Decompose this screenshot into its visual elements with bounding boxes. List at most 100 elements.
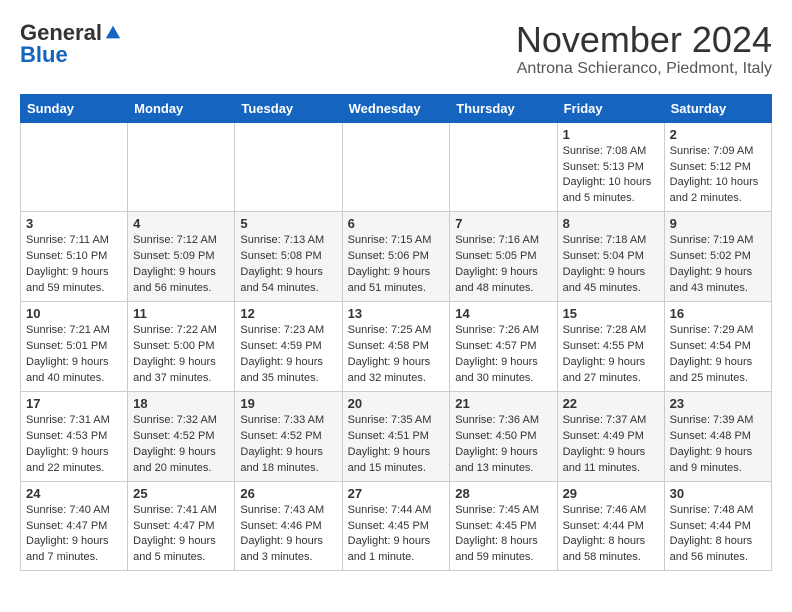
day-info: Sunrise: 7:36 AM Sunset: 4:50 PM Dayligh… [455,413,551,477]
calendar-week-1: 1 Sunrise: 7:08 AM Sunset: 5:13 PM Daylig… [21,122,772,212]
day-info: Sunrise: 7:11 AM Sunset: 5:10 PM Dayligh… [26,233,122,297]
page-wrapper: General Blue November 2024 Antrona Schie… [20,20,772,571]
day-info: Sunrise: 7:45 AM Sunset: 4:45 PM Dayligh… [455,503,551,567]
day-info: Sunrise: 7:41 AM Sunset: 4:47 PM Dayligh… [133,503,229,567]
table-row: 11Sunrise: 7:22 AM Sunset: 5:00 PM Dayli… [128,302,235,392]
header-thursday: Thursday [450,94,557,122]
table-row: 28Sunrise: 7:45 AM Sunset: 4:45 PM Dayli… [450,481,557,571]
calendar-week-5: 24 Sunrise: 7:40 AM Sunset: 4:47 PM Dayli… [21,481,772,571]
table-row: 30 Sunrise: 7:48 AM Sunset: 4:44 PM Dayli… [664,481,771,571]
day-number: 14 [455,306,551,321]
header-tuesday: Tuesday [235,94,342,122]
calendar-week-2: 3 Sunrise: 7:11 AM Sunset: 5:10 PM Daylig… [21,212,772,302]
day-number: 5 [240,216,336,231]
day-info: Sunrise: 7:32 AM Sunset: 4:52 PM Dayligh… [133,413,229,477]
table-row: 9 Sunrise: 7:19 AM Sunset: 5:02 PM Daylig… [664,212,771,302]
table-row: 7Sunrise: 7:16 AM Sunset: 5:05 PM Daylig… [450,212,557,302]
day-number: 22 [563,396,659,411]
table-row: 2 Sunrise: 7:09 AM Sunset: 5:12 PM Daylig… [664,122,771,212]
table-row: 1 Sunrise: 7:08 AM Sunset: 5:13 PM Daylig… [557,122,664,212]
table-row: 5 Sunrise: 7:13 AM Sunset: 5:08 PM Daylig… [235,212,342,302]
day-number: 1 [563,127,659,142]
logo-icon [104,24,122,42]
table-row: 12 Sunrise: 7:23 AM Sunset: 4:59 PM Dayli… [235,302,342,392]
table-row [21,122,128,212]
day-number: 29 [563,486,659,501]
header-wednesday: Wednesday [342,94,450,122]
logo: General Blue [20,20,122,68]
table-row [342,122,450,212]
day-info: Sunrise: 7:37 AM Sunset: 4:49 PM Dayligh… [563,413,659,477]
day-info: Sunrise: 7:15 AM Sunset: 5:06 PM Dayligh… [348,233,445,297]
table-row: 18 Sunrise: 7:32 AM Sunset: 4:52 PM Dayli… [128,391,235,481]
day-number: 15 [563,306,659,321]
day-number: 12 [240,306,336,321]
calendar-header-row: Sunday Monday Tuesday Wednesday Thursday… [21,94,772,122]
table-row [128,122,235,212]
day-number: 10 [26,306,122,321]
table-row: 16Sunrise: 7:29 AM Sunset: 4:54 PM Dayli… [664,302,771,392]
day-info: Sunrise: 7:09 AM Sunset: 5:12 PM Dayligh… [670,144,766,208]
day-info: Sunrise: 7:46 AM Sunset: 4:44 PM Dayligh… [563,503,659,567]
day-number: 24 [26,486,122,501]
table-row: 27Sunrise: 7:44 AM Sunset: 4:45 PM Dayli… [342,481,450,571]
day-number: 4 [133,216,229,231]
table-row: 25 Sunrise: 7:41 AM Sunset: 4:47 PM Dayli… [128,481,235,571]
day-number: 20 [348,396,445,411]
day-info: Sunrise: 7:19 AM Sunset: 5:02 PM Dayligh… [670,233,766,297]
table-row [450,122,557,212]
day-number: 2 [670,127,766,142]
day-number: 30 [670,486,766,501]
day-info: Sunrise: 7:13 AM Sunset: 5:08 PM Dayligh… [240,233,336,297]
day-info: Sunrise: 7:35 AM Sunset: 4:51 PM Dayligh… [348,413,445,477]
header-sunday: Sunday [21,94,128,122]
table-row: 23Sunrise: 7:39 AM Sunset: 4:48 PM Dayli… [664,391,771,481]
day-info: Sunrise: 7:23 AM Sunset: 4:59 PM Dayligh… [240,323,336,387]
calendar-table: Sunday Monday Tuesday Wednesday Thursday… [20,94,772,572]
day-number: 25 [133,486,229,501]
day-number: 6 [348,216,445,231]
day-info: Sunrise: 7:26 AM Sunset: 4:57 PM Dayligh… [455,323,551,387]
table-row: 8Sunrise: 7:18 AM Sunset: 5:04 PM Daylig… [557,212,664,302]
table-row: 20 Sunrise: 7:35 AM Sunset: 4:51 PM Dayli… [342,391,450,481]
table-row: 29 Sunrise: 7:46 AM Sunset: 4:44 PM Dayli… [557,481,664,571]
day-number: 27 [348,486,445,501]
day-info: Sunrise: 7:39 AM Sunset: 4:48 PM Dayligh… [670,413,766,477]
day-info: Sunrise: 7:33 AM Sunset: 4:52 PM Dayligh… [240,413,336,477]
header-friday: Friday [557,94,664,122]
table-row: 13 Sunrise: 7:25 AM Sunset: 4:58 PM Dayli… [342,302,450,392]
day-number: 9 [670,216,766,231]
day-info: Sunrise: 7:31 AM Sunset: 4:53 PM Dayligh… [26,413,122,477]
day-number: 19 [240,396,336,411]
day-info: Sunrise: 7:08 AM Sunset: 5:13 PM Dayligh… [563,144,659,208]
header-monday: Monday [128,94,235,122]
day-info: Sunrise: 7:18 AM Sunset: 5:04 PM Dayligh… [563,233,659,297]
calendar-week-3: 10 Sunrise: 7:21 AM Sunset: 5:01 PM Dayli… [21,302,772,392]
table-row: 6 Sunrise: 7:15 AM Sunset: 5:06 PM Daylig… [342,212,450,302]
day-number: 21 [455,396,551,411]
day-info: Sunrise: 7:22 AM Sunset: 5:00 PM Dayligh… [133,323,229,387]
table-row: 26 Sunrise: 7:43 AM Sunset: 4:46 PM Dayli… [235,481,342,571]
day-number: 13 [348,306,445,321]
table-row: 14 Sunrise: 7:26 AM Sunset: 4:57 PM Dayli… [450,302,557,392]
day-info: Sunrise: 7:25 AM Sunset: 4:58 PM Dayligh… [348,323,445,387]
table-row: 4 Sunrise: 7:12 AM Sunset: 5:09 PM Daylig… [128,212,235,302]
table-row: 10 Sunrise: 7:21 AM Sunset: 5:01 PM Dayli… [21,302,128,392]
day-number: 18 [133,396,229,411]
table-row: 3 Sunrise: 7:11 AM Sunset: 5:10 PM Daylig… [21,212,128,302]
day-info: Sunrise: 7:28 AM Sunset: 4:55 PM Dayligh… [563,323,659,387]
day-number: 3 [26,216,122,231]
calendar-week-4: 17Sunrise: 7:31 AM Sunset: 4:53 PM Dayli… [21,391,772,481]
day-number: 16 [670,306,766,321]
title-section: November 2024 Antrona Schieranco, Piedmo… [516,20,772,78]
day-info: Sunrise: 7:12 AM Sunset: 5:09 PM Dayligh… [133,233,229,297]
day-info: Sunrise: 7:16 AM Sunset: 5:05 PM Dayligh… [455,233,551,297]
table-row: 21 Sunrise: 7:36 AM Sunset: 4:50 PM Dayli… [450,391,557,481]
header: General Blue November 2024 Antrona Schie… [20,20,772,78]
day-info: Sunrise: 7:48 AM Sunset: 4:44 PM Dayligh… [670,503,766,567]
day-info: Sunrise: 7:40 AM Sunset: 4:47 PM Dayligh… [26,503,122,567]
day-info: Sunrise: 7:21 AM Sunset: 5:01 PM Dayligh… [26,323,122,387]
day-number: 26 [240,486,336,501]
day-info: Sunrise: 7:43 AM Sunset: 4:46 PM Dayligh… [240,503,336,567]
location-title: Antrona Schieranco, Piedmont, Italy [516,60,772,78]
